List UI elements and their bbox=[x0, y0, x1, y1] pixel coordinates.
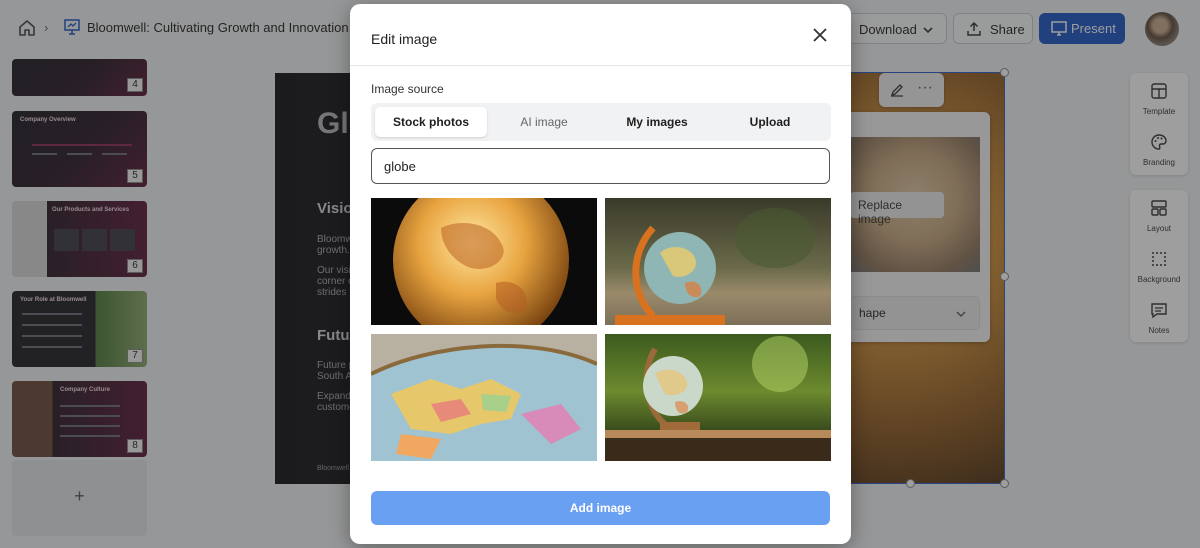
globe-photo-2 bbox=[615, 208, 815, 325]
globe-photo-4 bbox=[605, 336, 831, 461]
dialog-title: Edit image bbox=[371, 31, 438, 47]
tab-stock-photos[interactable]: Stock photos bbox=[375, 107, 487, 137]
stock-photo-result[interactable] bbox=[605, 198, 831, 325]
globe-photo-1 bbox=[393, 198, 569, 325]
stock-photo-result[interactable] bbox=[371, 198, 597, 325]
image-search-input[interactable] bbox=[371, 148, 830, 184]
stock-photo-result[interactable] bbox=[605, 334, 831, 461]
close-icon[interactable] bbox=[811, 26, 829, 44]
tab-my-images[interactable]: My images bbox=[601, 107, 713, 137]
stock-photo-result[interactable] bbox=[371, 334, 597, 461]
dialog-divider bbox=[350, 65, 851, 66]
image-source-tabs: Stock photos AI image My images Upload bbox=[371, 103, 831, 141]
edit-image-dialog: Edit image Image source Stock photos AI … bbox=[350, 4, 851, 544]
tab-upload[interactable]: Upload bbox=[714, 107, 826, 137]
add-image-button[interactable]: Add image bbox=[371, 491, 830, 525]
tab-ai-image[interactable]: AI image bbox=[488, 107, 600, 137]
globe-photo-3 bbox=[371, 343, 597, 461]
image-source-label: Image source bbox=[371, 82, 444, 96]
